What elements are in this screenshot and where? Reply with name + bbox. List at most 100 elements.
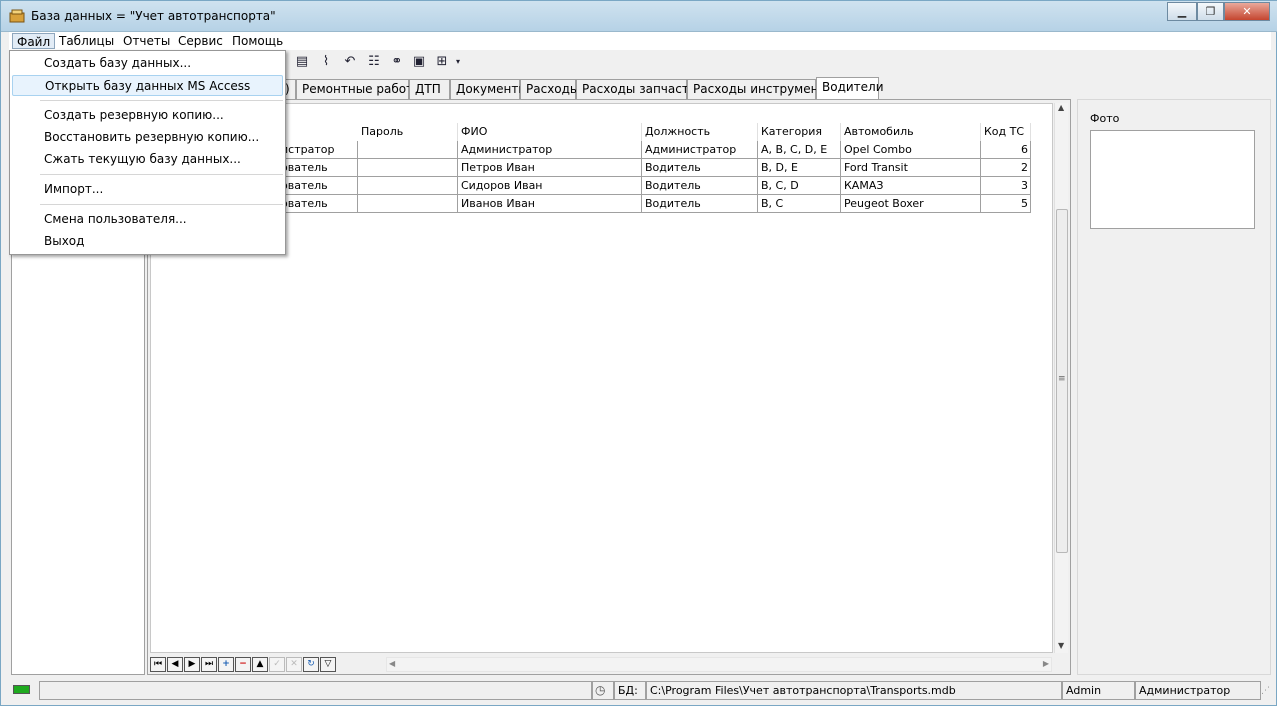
tab-accidents[interactable]: ДТП [409, 79, 450, 99]
column-header-car[interactable]: Автомобиль [841, 123, 981, 141]
photo-label: Фото [1090, 112, 1120, 125]
cell-name: Администратор [458, 141, 642, 159]
menu-open-access-database[interactable]: Открыть базу данных MS Access [12, 75, 283, 96]
file-menu-dropdown: Создать базу данных... Открыть базу данн… [9, 50, 286, 255]
edit-record-icon[interactable]: ▲ [252, 657, 268, 672]
cell-role: ователь [278, 177, 358, 195]
scroll-up-icon[interactable]: ▲ [1058, 103, 1064, 112]
form-icon[interactable]: ▣ [411, 54, 427, 70]
menu-reports[interactable]: Отчеты [119, 33, 174, 49]
tab-expenses[interactable]: Расходы [520, 79, 579, 99]
db-label: БД: [614, 681, 646, 700]
prev-record-icon[interactable]: ◀ [167, 657, 183, 672]
cell-name: Иванов Иван [458, 195, 642, 213]
cell-role: ователь [278, 159, 358, 177]
menu-exit[interactable]: Выход [12, 231, 283, 252]
binoculars-icon[interactable]: ⚭ [389, 54, 405, 70]
maximize-button[interactable]: ❐ [1197, 2, 1224, 21]
menu-help[interactable]: Помощь [228, 33, 287, 49]
cell-vehicle-code: 2 [981, 159, 1031, 177]
menu-import[interactable]: Импорт... [12, 179, 283, 200]
attach-icon[interactable]: ⌇ [318, 54, 334, 70]
filter-icon[interactable]: ▽ [320, 657, 336, 672]
column-header-vehicle-code[interactable]: Код ТС [981, 123, 1031, 141]
cell-password [358, 177, 458, 195]
add-record-icon[interactable]: + [218, 657, 234, 672]
window-title: База данных = "Учет автотранспорта" [31, 9, 276, 23]
report-icon[interactable]: ▤ [294, 54, 310, 70]
connection-indicator-icon [13, 685, 30, 694]
cell-vehicle-code: 3 [981, 177, 1031, 195]
title-bar[interactable]: База данных = "Учет автотранспорта" ▁ ❐ … [1, 1, 1277, 32]
delete-record-icon[interactable]: − [235, 657, 251, 672]
menu-restore-backup[interactable]: Восстановить резервную копию... [12, 127, 283, 148]
tab-repairs[interactable]: Ремонтные работы [296, 79, 423, 99]
photo-box[interactable] [1090, 130, 1255, 229]
cancel-record-icon[interactable]: ✕ [286, 657, 302, 672]
menu-switch-user[interactable]: Смена пользователя... [12, 209, 283, 230]
cell-vehicle-code: 6 [981, 141, 1031, 159]
column-header-category[interactable]: Категория [758, 123, 841, 141]
next-record-icon[interactable]: ▶ [184, 657, 200, 672]
chart-icon[interactable]: ⊞ [434, 54, 450, 70]
refresh-icon[interactable]: ↻ [303, 657, 319, 672]
photo-panel: Фото [1077, 99, 1271, 675]
minimize-icon: ▁ [1177, 5, 1187, 18]
cell-password [358, 195, 458, 213]
menu-separator [40, 100, 283, 101]
restore-icon: ❐ [1205, 5, 1216, 18]
minimize-button[interactable]: ▁ [1167, 2, 1197, 21]
cell-category: B, C, D [758, 177, 841, 195]
close-button[interactable]: ✕ [1224, 2, 1270, 21]
column-header-password[interactable]: Пароль [358, 123, 458, 141]
menu-file[interactable]: Файл [12, 33, 56, 49]
current-user: Admin [1062, 681, 1135, 700]
scroll-right-icon[interactable]: ▶ [1043, 659, 1049, 668]
tree-icon[interactable]: ☷ [366, 54, 382, 70]
cell-position: Водитель [642, 195, 758, 213]
last-record-icon[interactable]: ⏭ [201, 657, 217, 672]
menu-bar: Файл Таблицы Отчеты Сервис Помощь [9, 32, 1271, 50]
cell-position: Водитель [642, 159, 758, 177]
scroll-thumb[interactable]: ≡ [1056, 209, 1068, 553]
vertical-scrollbar[interactable]: ▲ ≡ ▼ [1054, 103, 1068, 653]
dropdown-arrow-icon[interactable]: ▾ [453, 54, 463, 70]
cell-car: Peugeot Boxer [841, 195, 981, 213]
cell-role: истратор [278, 141, 358, 159]
tab-parts-expenses[interactable]: Расходы запчастей [576, 79, 704, 99]
menu-compact-database[interactable]: Сжать текущую базу данных... [12, 149, 283, 170]
grip-icon: ≡ [1058, 374, 1066, 384]
horizontal-scrollbar[interactable]: ◀ ▶ [386, 657, 1052, 672]
app-window: База данных = "Учет автотранспорта" ▁ ❐ … [0, 0, 1277, 706]
tab-tools-expenses[interactable]: Расходы инструментов [687, 79, 840, 99]
clock-icon: ◷ [592, 681, 614, 700]
cell-name: Петров Иван [458, 159, 642, 177]
cell-category: A, B, C, D, E [758, 141, 841, 159]
resize-grip-icon[interactable]: ⋰ [1261, 686, 1270, 696]
cell-car: Ford Transit [841, 159, 981, 177]
cell-category: B, D, E [758, 159, 841, 177]
cell-name: Сидоров Иван [458, 177, 642, 195]
menu-separator [40, 204, 283, 205]
status-bar: ◷ БД: C:\Program Files\Учет автотранспор… [9, 680, 1271, 701]
column-header-position[interactable]: Должность [642, 123, 758, 141]
menu-service[interactable]: Сервис [174, 33, 227, 49]
cell-position: Администратор [642, 141, 758, 159]
cell-position: Водитель [642, 177, 758, 195]
post-record-icon[interactable]: ✓ [269, 657, 285, 672]
cell-password [358, 159, 458, 177]
cell-vehicle-code: 5 [981, 195, 1031, 213]
menu-tables[interactable]: Таблицы [55, 33, 118, 49]
menu-create-database[interactable]: Создать базу данных... [12, 53, 283, 74]
column-header-name[interactable]: ФИО [458, 123, 642, 141]
tab-documents[interactable]: Документы [450, 79, 528, 99]
cell-car: КАМАЗ [841, 177, 981, 195]
cell-category: B, C [758, 195, 841, 213]
scroll-left-icon[interactable]: ◀ [389, 659, 395, 668]
scroll-down-icon[interactable]: ▼ [1058, 641, 1064, 650]
first-record-icon[interactable]: ⏮ [150, 657, 166, 672]
database-app-icon [9, 9, 25, 23]
undo-icon[interactable]: ↶ [342, 54, 358, 70]
tab-drivers[interactable]: Водители [816, 77, 884, 99]
menu-create-backup[interactable]: Создать резервную копию... [12, 105, 283, 126]
